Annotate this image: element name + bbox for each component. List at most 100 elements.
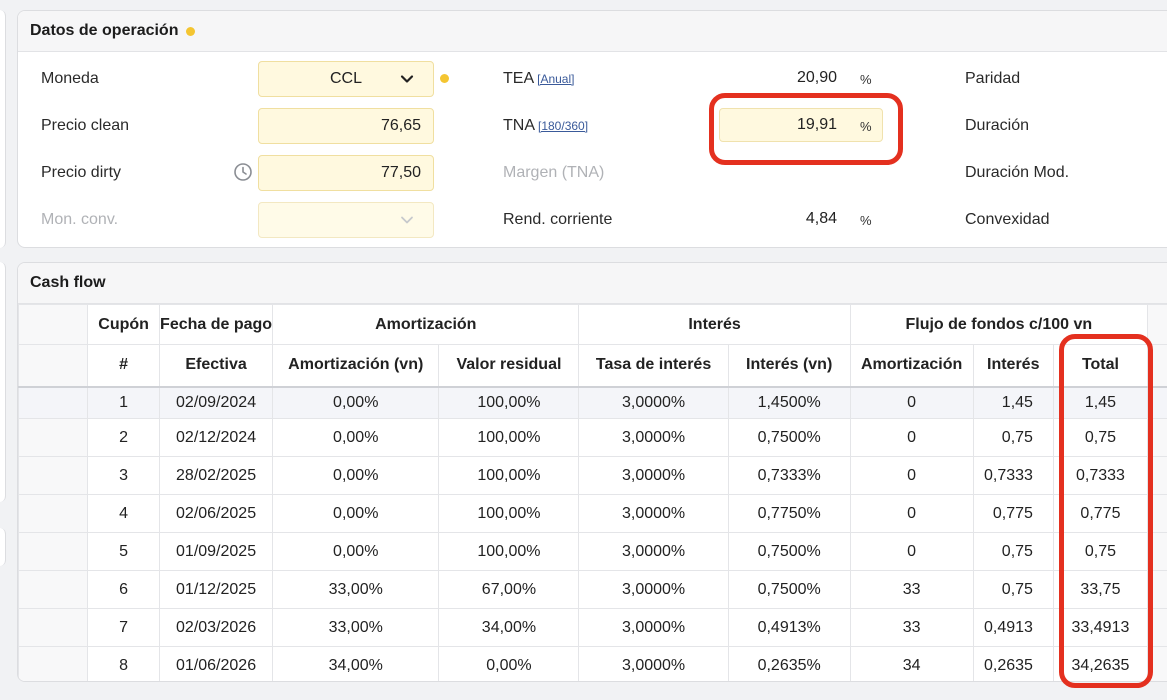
table-row[interactable]: 4 02/06/2025 0,00% 100,00% 3,0000% 0,7750% 0 0,… (18, 494, 1167, 533)
cell-amort-vn: 0,00% (272, 456, 440, 495)
cell-tasa: 3,0000% (578, 532, 729, 571)
rend-corriente-value: 4,84 (805, 210, 837, 227)
row-edge (1146, 456, 1167, 495)
tna-label-text: TNA (503, 117, 535, 134)
precio-dirty-input[interactable]: 77,50 (258, 155, 434, 191)
row-gutter (18, 570, 89, 609)
table-header-row-columns: # Efectiva Amortización (vn) Valor resid… (18, 344, 1167, 388)
paridad-label: Paridad (965, 70, 1021, 87)
cell-valor-residual: 100,00% (438, 418, 580, 457)
precio-clean-value: 76,65 (380, 117, 421, 134)
chevron-down-icon (401, 216, 413, 224)
cell-flujo-interes: 0,75 (972, 570, 1054, 609)
cash-flow-table: Cupón Fecha de pago Amortización Interés… (18, 304, 1167, 681)
header-col-amort-vn[interactable]: Amortización (vn) (272, 344, 440, 388)
header-flujo-group: Flujo de fondos c/100 vn (849, 304, 1148, 345)
row-gutter (18, 494, 89, 533)
mon-conv-select[interactable] (258, 202, 434, 238)
cash-flow-panel: Cash flow Cupón Fecha de pago Amortizaci… (17, 262, 1167, 682)
left-edge-panel-fragment (0, 528, 6, 566)
header-col-total[interactable]: Total (1052, 344, 1148, 388)
row-edge (1146, 532, 1167, 571)
cell-flujo-amort: 34 (849, 646, 974, 681)
cell-interes-vn: 0,4913% (727, 608, 851, 647)
table-corner (18, 304, 89, 345)
table-row[interactable]: 2 02/12/2024 0,00% 100,00% 3,0000% 0,7500% 0 0,… (18, 418, 1167, 457)
left-edge-panel-fragment (0, 262, 6, 502)
tna-link[interactable]: [180/360] (538, 119, 588, 133)
header-col-num[interactable]: # (87, 344, 161, 388)
row-edge (1146, 646, 1167, 681)
cash-flow-header: Cash flow (18, 263, 1167, 304)
cell-flujo-interes: 0,775 (972, 494, 1054, 533)
cell-num: 2 (87, 418, 161, 457)
header-fecha: Fecha de pago (159, 304, 274, 345)
cell-valor-residual: 100,00% (438, 386, 580, 419)
cell-fecha: 01/06/2026 (159, 646, 274, 681)
cell-flujo-amort: 0 (849, 532, 974, 571)
cell-amort-vn: 0,00% (272, 494, 440, 533)
cell-valor-residual: 100,00% (438, 456, 580, 495)
duracion-label: Duración (965, 117, 1030, 134)
row-gutter (18, 386, 89, 419)
operation-data-header: Datos de operación (18, 11, 1167, 52)
table-corner (18, 344, 89, 388)
cell-flujo-amort: 0 (849, 418, 974, 457)
cell-amort-vn: 33,00% (272, 570, 440, 609)
precio-dirty-label: Precio dirty (41, 164, 122, 181)
row-gutter (18, 532, 89, 571)
table-row[interactable]: 8 01/06/2026 34,00% 0,00% 3,0000% 0,2635% 34 0,… (18, 646, 1167, 681)
cell-total: 0,75 (1052, 532, 1148, 571)
rend-corriente-label: Rend. corriente (503, 211, 613, 228)
row-edge (1146, 386, 1167, 419)
table-row[interactable]: 6 01/12/2025 33,00% 67,00% 3,0000% 0,7500% 33 0… (18, 570, 1167, 609)
moneda-label: Moneda (41, 70, 99, 87)
cell-fecha: 28/02/2025 (159, 456, 274, 495)
header-col-tasa-interes[interactable]: Tasa de interés (578, 344, 729, 388)
tna-label: TNA [180/360] (503, 116, 588, 136)
tea-link[interactable]: [Anual] (537, 72, 574, 86)
table-row[interactable]: 7 02/03/2026 33,00% 34,00% 3,0000% 0,4913% 33 0… (18, 608, 1167, 647)
cell-num: 4 (87, 494, 161, 533)
duracion-mod-label: Duración Mod. (965, 164, 1070, 181)
header-col-efectiva[interactable]: Efectiva (159, 344, 274, 388)
row-edge (1146, 570, 1167, 609)
row-gutter (18, 646, 89, 681)
cell-total: 33,75 (1052, 570, 1148, 609)
cell-flujo-amort: 33 (849, 570, 974, 609)
header-col-interes-vn[interactable]: Interés (vn) (727, 344, 851, 388)
cash-flow-title: Cash flow (30, 274, 106, 291)
table-row[interactable]: 3 28/02/2025 0,00% 100,00% 3,0000% 0,7333% 0 0,… (18, 456, 1167, 495)
status-dot-icon (186, 26, 196, 36)
cell-amort-vn: 0,00% (272, 532, 440, 571)
cell-fecha: 01/12/2025 (159, 570, 274, 609)
cell-valor-residual: 100,00% (438, 532, 580, 571)
cell-tasa: 3,0000% (578, 646, 729, 681)
cell-fecha: 02/06/2025 (159, 494, 274, 533)
cell-total: 0,7333 (1052, 456, 1148, 495)
header-col-flujo-amort[interactable]: Amortización (849, 344, 974, 388)
cell-interes-vn: 0,7500% (727, 570, 851, 609)
cell-interes-vn: 0,7333% (727, 456, 851, 495)
tea-label: TEA [Anual] (503, 69, 574, 89)
cell-fecha: 02/03/2026 (159, 608, 274, 647)
tea-label-text: TEA (503, 70, 535, 87)
cell-flujo-interes: 0,2635 (972, 646, 1054, 681)
table-header-row-groups: Cupón Fecha de pago Amortización Interés… (18, 304, 1167, 345)
precio-clean-input[interactable]: 76,65 (258, 108, 434, 144)
cell-tasa: 3,0000% (578, 494, 729, 533)
rend-corriente-unit: % (860, 213, 872, 228)
header-cupon: Cupón (87, 304, 161, 345)
clock-icon[interactable] (233, 162, 253, 182)
header-col-flujo-interes[interactable]: Interés (972, 344, 1054, 388)
cell-valor-residual: 0,00% (438, 646, 580, 681)
row-edge (1146, 494, 1167, 533)
header-col-valor-residual[interactable]: Valor residual (438, 344, 580, 388)
table-row[interactable]: 1 02/09/2024 0,00% 100,00% 3,0000% 1,4500% 0 1,… (18, 386, 1167, 419)
table-row[interactable]: 5 01/09/2025 0,00% 100,00% 3,0000% 0,7500% 0 0,… (18, 532, 1167, 571)
moneda-select[interactable]: CCL (258, 61, 434, 97)
convexidad-label: Convexidad (965, 211, 1050, 228)
cell-amort-vn: 0,00% (272, 386, 440, 419)
row-gutter (18, 456, 89, 495)
cell-total: 0,75 (1052, 418, 1148, 457)
